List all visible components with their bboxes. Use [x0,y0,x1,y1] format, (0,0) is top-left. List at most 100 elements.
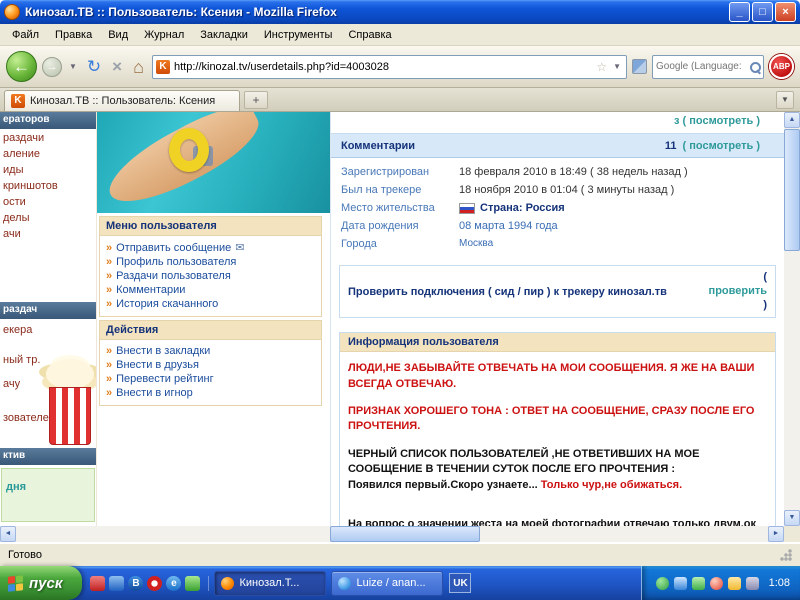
site-sidebar: ераторов раздачи аление иды криншотов ос… [0,112,97,526]
tray-icon[interactable] [674,577,687,590]
sidebar-link[interactable]: екера [0,322,97,338]
sidebar-link[interactable]: ости [0,194,97,210]
taskbar-task-player[interactable]: Luize / anan... [331,571,443,596]
menu-edit[interactable]: Правка [47,26,100,44]
quicklaunch-icon[interactable] [185,576,200,591]
menu-history[interactable]: Журнал [136,26,192,44]
sidebar-link[interactable]: иды [0,162,97,178]
task-label: Luize / anan... [356,577,425,589]
comments-view-link[interactable]: ( посмотреть ) [683,140,760,152]
menu-item-profile[interactable]: » Профиль пользователя [100,255,321,269]
arrow-bullet-icon: » [106,359,112,371]
menu-item-comments[interactable]: » Комментарии [100,283,321,297]
search-input[interactable] [656,61,748,72]
stop-icon[interactable]: × [109,56,125,77]
bluetooth-icon[interactable]: B [128,576,143,591]
sidebar-link[interactable]: делы [0,210,97,226]
tray-icon[interactable] [746,577,759,590]
start-button[interactable]: пуск [0,566,82,600]
quicklaunch-icon[interactable] [109,576,124,591]
vertical-scrollbar[interactable]: ▲ ▼ [784,112,800,526]
menu-item-download-history[interactable]: » История скачанного [100,297,321,311]
back-button[interactable]: ← [6,51,37,82]
horizontal-scrollbar[interactable]: ◄ ► [0,526,784,542]
arrow-bullet-icon: » [106,387,112,399]
menu-file[interactable]: Файл [4,26,47,44]
taskbar-task-kinozal[interactable]: Кинозал.Т... [214,571,326,596]
check-connection-link[interactable]: проверить [709,285,767,299]
close-button[interactable]: × [775,2,796,22]
action-label: Внести в игнор [116,387,193,399]
action-rate[interactable]: » Перевести рейтинг [100,372,321,386]
menu-item-send-message[interactable]: » Отправить сообщение ✉ [100,240,321,255]
url-dropdown-icon[interactable]: ▼ [611,60,623,73]
language-indicator[interactable]: UK [449,573,471,593]
paren-close: ) [763,299,767,313]
tab-active[interactable]: K Кинозал.ТВ :: Пользователь: Ксения [4,90,240,111]
home-icon[interactable]: ⌂ [130,56,147,78]
action-add-friend[interactable]: » Внести в друзья [100,358,321,372]
russia-flag-icon [459,203,475,214]
address-bar[interactable]: K ☆ ▼ [152,55,627,79]
scroll-right-icon[interactable]: ► [768,526,784,542]
tray-icon[interactable] [728,577,741,590]
search-icon[interactable] [750,62,760,72]
resize-grip[interactable] [779,548,792,561]
ie-icon[interactable]: e [166,576,181,591]
sidebar-link[interactable]: ачи [0,226,97,242]
scroll-up-icon[interactable]: ▲ [784,112,800,128]
actions-header: Действия [100,321,321,340]
new-tab-button[interactable]: + [244,91,268,109]
user-menu-panel: Меню пользователя » Отправить сообщение … [99,216,322,317]
sidebar-link[interactable]: криншотов [0,178,97,194]
status-text: Готово [8,549,42,561]
menu-view[interactable]: Вид [100,26,136,44]
quicklaunch-icon[interactable] [90,576,105,591]
detail-label: Зарегистрирован [341,166,459,178]
arrow-bullet-icon: » [106,242,112,254]
tray-icon[interactable] [692,577,705,590]
view-link[interactable]: з ( посмотреть ) [674,115,760,127]
action-add-bookmark[interactable]: » Внести в закладки [100,344,321,358]
refresh-icon[interactable]: ↻ [84,56,104,77]
sidebar-link[interactable]: дня [6,481,26,493]
user-menu-list: » Отправить сообщение ✉ » Профиль пользо… [100,236,321,316]
start-label: пуск [29,575,62,592]
sidebar-link[interactable]: аление [0,146,97,162]
detail-row-birthdate: Дата рождения 08 марта 1994 года [331,217,784,235]
detail-value: Москва [459,238,493,250]
vertical-scroll-thumb[interactable] [784,129,800,251]
forward-button[interactable]: → [42,57,62,77]
tray-icon[interactable] [656,577,669,590]
scroll-down-icon[interactable]: ▼ [784,510,800,526]
photo-yellow-bangle [169,128,209,172]
url-input[interactable] [174,61,592,73]
menu-tools[interactable]: Инструменты [256,26,341,44]
tab-list-dropdown-icon[interactable]: ▼ [776,91,794,109]
tray-icon[interactable] [710,577,723,590]
bookmark-star-icon[interactable]: ☆ [596,60,607,74]
action-ignore[interactable]: » Внести в игнор [100,386,321,400]
detail-row-last-seen: Был на трекере 18 ноября 2010 в 01:04 ( … [331,181,784,199]
horizontal-scroll-thumb[interactable] [330,526,480,542]
check-connection-box: Проверить подключения ( сид / пир ) к тр… [339,265,776,318]
maximize-button[interactable]: □ [752,2,773,22]
history-dropdown-icon[interactable]: ▼ [67,60,79,73]
menu-help[interactable]: Справка [340,26,399,44]
actions-panel: Действия » Внести в закладки » Внести в … [99,320,322,406]
opera-icon[interactable] [147,576,162,591]
adblock-icon[interactable]: ABP [769,54,794,79]
tab-title: Кинозал.ТВ :: Пользователь: Ксения [30,95,233,107]
quick-launch-bar: B e [82,576,209,591]
extension-icon[interactable] [632,59,647,74]
title-bar: Кинозал.ТВ :: Пользователь: Ксения - Moz… [0,0,800,24]
sidebar-green-box: дня [1,468,95,522]
search-box[interactable] [652,55,764,79]
menu-bookmarks[interactable]: Закладки [192,26,256,44]
detail-value: 18 ноября 2010 в 01:04 ( 3 минуты назад … [459,184,674,196]
menu-item-torrents[interactable]: » Раздачи пользователя [100,269,321,283]
menu-item-label: Профиль пользователя [116,256,236,268]
scroll-left-icon[interactable]: ◄ [0,526,16,542]
sidebar-link[interactable]: раздачи [0,130,97,146]
minimize-button[interactable]: _ [729,2,750,22]
